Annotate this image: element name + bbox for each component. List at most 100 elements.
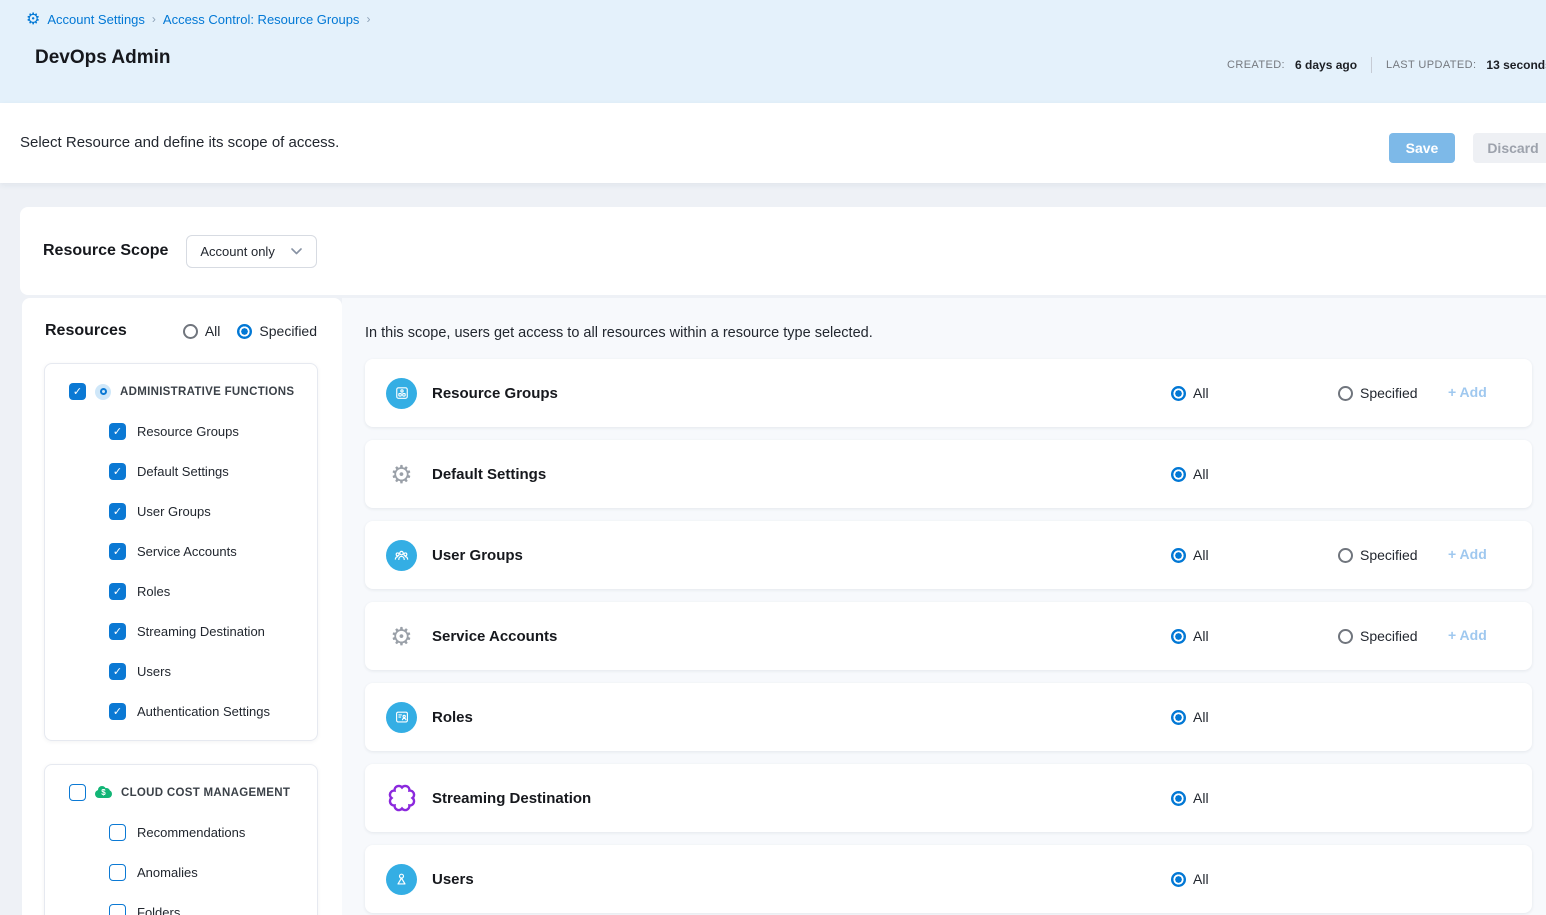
radio-label: All	[1193, 466, 1209, 482]
resource-checkbox-item[interactable]: ✓ Roles	[109, 583, 307, 600]
all-radio[interactable]: All	[1171, 385, 1338, 401]
all-radio[interactable]: All	[1171, 547, 1338, 563]
content-area: Resource Scope Account only Resources Al…	[0, 183, 1546, 915]
resource-checkbox-item[interactable]: Anomalies	[109, 864, 307, 881]
resource-scope-card: Resource Scope Account only	[20, 207, 1546, 295]
checkbox[interactable]: ✓	[109, 543, 126, 560]
checkbox[interactable]	[69, 784, 86, 801]
breadcrumb-account-settings[interactable]: Account Settings	[47, 12, 145, 27]
checkbox[interactable]	[109, 824, 126, 841]
admin-module-icon	[95, 384, 111, 400]
resource-checkbox-item[interactable]: Recommendations	[109, 824, 307, 841]
resource-row: ⚙ Service Accounts All Specified + Add	[365, 602, 1532, 670]
breadcrumb: ⚙ Account Settings › Access Control: Res…	[0, 0, 1546, 27]
resources-specified-radio[interactable]: Specified	[237, 323, 317, 339]
resource-row-label: User Groups	[432, 547, 1171, 564]
checkbox[interactable]: ✓	[109, 503, 126, 520]
checkbox[interactable]: ✓	[109, 423, 126, 440]
specified-radio[interactable]: Specified	[1338, 385, 1448, 401]
save-button[interactable]: Save	[1389, 133, 1455, 163]
check-item-label: Authentication Settings	[137, 704, 270, 719]
resource-checkbox-item[interactable]: ✓ Streaming Destination	[109, 623, 307, 640]
radio-icon[interactable]	[1338, 629, 1353, 644]
chevron-down-icon	[291, 248, 302, 255]
scope-main-panel: In this scope, users get access to all r…	[342, 298, 1546, 915]
specified-radio[interactable]: Specified	[1338, 628, 1448, 644]
resource-checkbox-item[interactable]: ✓ Service Accounts	[109, 543, 307, 560]
all-radio[interactable]: All	[1171, 790, 1338, 806]
resource-checkbox-item[interactable]: ✓ User Groups	[109, 503, 307, 520]
radio-label: Specified	[259, 323, 317, 339]
created-label: CREATED:	[1227, 59, 1285, 71]
radio-icon[interactable]	[1171, 548, 1186, 563]
resource-row: Roles All	[365, 683, 1532, 751]
checkbox[interactable]	[109, 864, 126, 881]
radio-label: All	[1193, 790, 1209, 806]
resource-row-label: Default Settings	[432, 466, 1171, 483]
radio-label: All	[205, 323, 221, 339]
radio-icon[interactable]	[1171, 386, 1186, 401]
resource-groups-icon	[386, 378, 417, 409]
checkbox[interactable]: ✓	[69, 383, 86, 400]
specified-radio[interactable]: Specified	[1338, 547, 1448, 563]
created-value: 6 days ago	[1295, 58, 1357, 72]
resources-all-radio[interactable]: All	[183, 323, 221, 339]
resource-checkbox-item[interactable]: Folders	[109, 904, 307, 915]
breadcrumb-access-control[interactable]: Access Control: Resource Groups	[163, 12, 360, 27]
toolbar-instruction: Select Resource and define its scope of …	[20, 134, 339, 151]
radio-icon[interactable]	[1171, 710, 1186, 725]
roles-icon	[386, 702, 417, 733]
resource-row-label: Roles	[432, 709, 1171, 726]
resource-row-label: Users	[432, 871, 1171, 888]
radio-icon[interactable]	[183, 324, 198, 339]
scope-intro-text: In this scope, users get access to all r…	[365, 325, 1532, 341]
action-toolbar: Select Resource and define its scope of …	[0, 103, 1546, 183]
group-title: ADMINISTRATIVE FUNCTIONS	[120, 386, 294, 398]
checkbox[interactable]	[109, 904, 126, 915]
streaming-destination-icon	[388, 784, 416, 812]
breadcrumb-separator: ›	[366, 12, 370, 26]
all-radio[interactable]: All	[1171, 466, 1338, 482]
breadcrumb-separator: ›	[152, 12, 156, 26]
all-radio[interactable]: All	[1171, 628, 1338, 644]
users-icon	[386, 864, 417, 895]
resource-checkbox-item[interactable]: ✓ Users	[109, 663, 307, 680]
resource-group-card: ✓ ADMINISTRATIVE FUNCTIONS ✓ Resource Gr…	[44, 363, 318, 741]
resource-scope-value: Account only	[200, 244, 274, 259]
group-header: $ CLOUD COST MANAGEMENT	[69, 784, 307, 801]
radio-icon[interactable]	[1171, 629, 1186, 644]
discard-button[interactable]: Discard	[1473, 133, 1546, 163]
all-radio[interactable]: All	[1171, 709, 1338, 725]
radio-icon[interactable]	[237, 324, 252, 339]
check-item-label: Users	[137, 664, 171, 679]
check-item-label: Folders	[137, 905, 180, 915]
resource-row-label: Resource Groups	[432, 385, 1171, 402]
resource-row: Streaming Destination All	[365, 764, 1532, 832]
radio-icon[interactable]	[1338, 548, 1353, 563]
radio-icon[interactable]	[1338, 386, 1353, 401]
radio-icon[interactable]	[1171, 467, 1186, 482]
resources-title: Resources	[45, 322, 183, 340]
resource-scope-dropdown[interactable]: Account only	[186, 235, 317, 268]
ccm-module-icon: $	[95, 785, 112, 800]
checkbox[interactable]: ✓	[109, 463, 126, 480]
check-item-label: Resource Groups	[137, 424, 239, 439]
resource-checkbox-item[interactable]: ✓ Authentication Settings	[109, 703, 307, 720]
check-item-label: Anomalies	[137, 865, 198, 880]
resource-checkbox-item[interactable]: ✓ Default Settings	[109, 463, 307, 480]
checkbox[interactable]: ✓	[109, 583, 126, 600]
checkbox[interactable]: ✓	[109, 703, 126, 720]
resource-checkbox-item[interactable]: ✓ Resource Groups	[109, 423, 307, 440]
check-item-label: Roles	[137, 584, 170, 599]
checkbox[interactable]: ✓	[109, 623, 126, 640]
checkbox[interactable]: ✓	[109, 663, 126, 680]
add-button[interactable]: + Add	[1448, 384, 1487, 400]
radio-icon[interactable]	[1171, 791, 1186, 806]
all-radio[interactable]: All	[1171, 871, 1338, 887]
add-button[interactable]: + Add	[1448, 546, 1487, 562]
add-button[interactable]: + Add	[1448, 627, 1487, 643]
check-item-label: Default Settings	[137, 464, 229, 479]
settings-gear-icon: ⚙	[390, 462, 412, 487]
check-item-label: Recommendations	[137, 825, 245, 840]
radio-icon[interactable]	[1171, 872, 1186, 887]
